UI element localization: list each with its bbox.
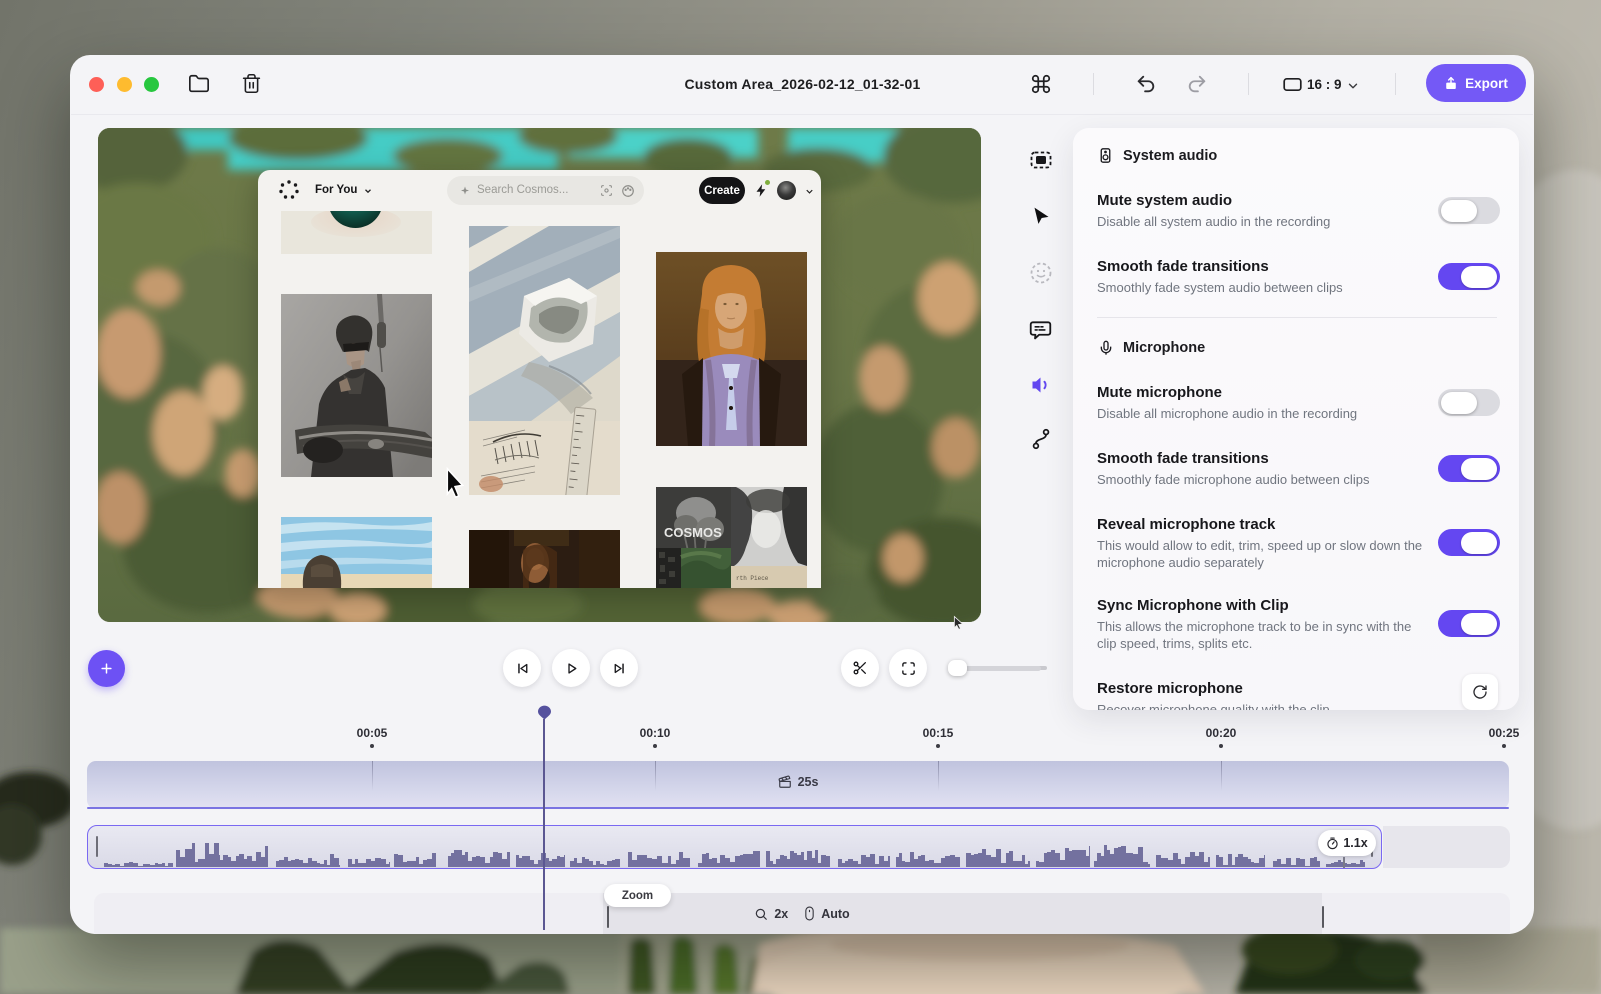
- svg-text:rth Piece: rth Piece: [736, 575, 769, 582]
- svg-text:COSMOS: COSMOS: [664, 525, 722, 540]
